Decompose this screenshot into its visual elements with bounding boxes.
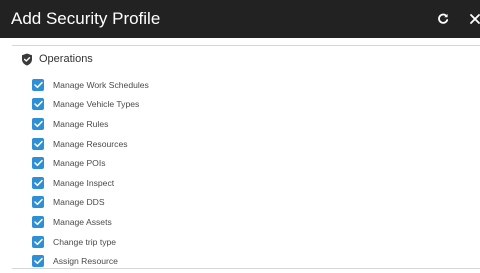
shield-check-icon bbox=[21, 53, 33, 66]
section-header-operations[interactable]: Operations bbox=[21, 51, 93, 67]
add-security-profile-dialog: Add Security Profile Operations Manage W… bbox=[0, 0, 480, 273]
permission-label: Assign Resource bbox=[53, 256, 118, 267]
close-icon[interactable] bbox=[465, 9, 480, 29]
bottom-divider bbox=[12, 268, 480, 269]
checkbox-checked[interactable] bbox=[32, 78, 44, 91]
header-divider bbox=[12, 45, 480, 46]
permission-label: Manage DDS bbox=[53, 197, 105, 208]
checkbox-checked[interactable] bbox=[32, 137, 44, 150]
permission-label: Manage Vehicle Types bbox=[53, 99, 140, 110]
checkbox-checked[interactable] bbox=[32, 215, 44, 228]
permission-item-manage-vehicle-types[interactable]: Manage Vehicle Types bbox=[32, 95, 149, 115]
section-label: Operations bbox=[39, 53, 93, 65]
permission-item-manage-resources[interactable]: Manage Resources bbox=[32, 134, 149, 154]
permission-label: Manage Assets bbox=[53, 216, 112, 227]
checkbox-checked[interactable] bbox=[32, 157, 44, 170]
dialog-header: Add Security Profile bbox=[0, 0, 480, 38]
permission-label: Manage Work Schedules bbox=[53, 79, 149, 90]
permission-list: Manage Work Schedules Manage Vehicle Typ… bbox=[32, 75, 149, 271]
permission-label: Change trip type bbox=[53, 236, 117, 247]
permission-item-manage-work-schedules[interactable]: Manage Work Schedules bbox=[32, 75, 149, 95]
permission-item-manage-assets[interactable]: Manage Assets bbox=[32, 212, 149, 232]
dialog-title: Add Security Profile bbox=[11, 9, 161, 28]
checkbox-checked[interactable] bbox=[32, 98, 44, 111]
permission-item-manage-pois[interactable]: Manage POIs bbox=[32, 153, 149, 173]
permission-label: Manage Rules bbox=[53, 118, 109, 129]
permission-label: Manage Inspect bbox=[53, 177, 115, 188]
permission-label: Manage POIs bbox=[53, 158, 106, 169]
checkbox-checked[interactable] bbox=[32, 176, 44, 189]
permission-item-manage-dds[interactable]: Manage DDS bbox=[32, 193, 149, 213]
checkbox-checked[interactable] bbox=[32, 235, 44, 248]
refresh-icon[interactable] bbox=[433, 9, 453, 29]
checkbox-checked[interactable] bbox=[32, 255, 44, 268]
checkbox-checked[interactable] bbox=[32, 117, 44, 130]
permission-item-change-trip-type[interactable]: Change trip type bbox=[32, 232, 149, 252]
checkbox-checked[interactable] bbox=[32, 196, 44, 209]
permission-item-manage-inspect[interactable]: Manage Inspect bbox=[32, 173, 149, 193]
permission-label: Manage Resources bbox=[53, 138, 128, 149]
permission-item-manage-rules[interactable]: Manage Rules bbox=[32, 114, 149, 134]
